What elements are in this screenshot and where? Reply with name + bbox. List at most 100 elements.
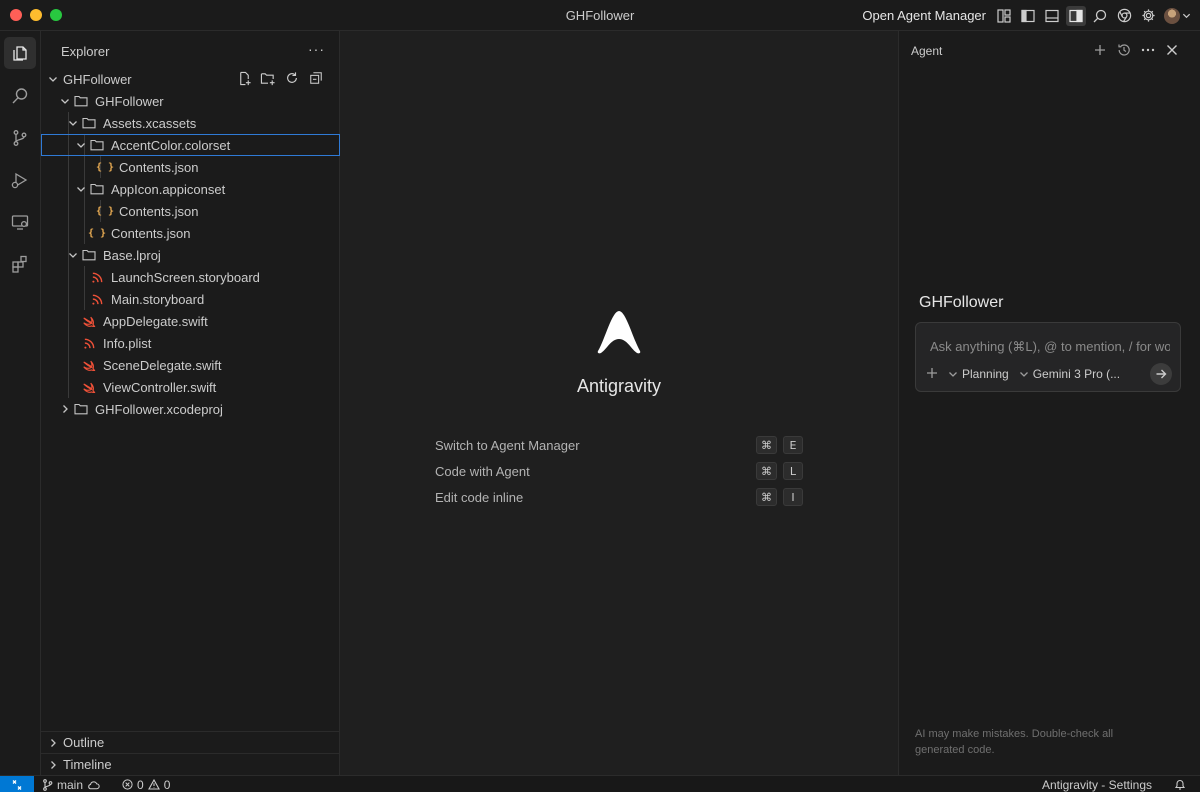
history-icon[interactable] — [1116, 41, 1132, 59]
outline-section-label: Outline — [63, 735, 105, 750]
tree-item-folder-selected[interactable]: AccentColor.colorset — [41, 134, 340, 156]
brand-name: Antigravity — [576, 376, 662, 396]
agent-chat-input[interactable] — [930, 339, 1170, 354]
send-button[interactable] — [1150, 363, 1172, 385]
chevron-right-icon — [45, 760, 61, 770]
tree-item-label: Contents.json — [119, 203, 199, 219]
tree-item-folder[interactable]: Assets.xcassets — [41, 112, 340, 134]
tree-item-file[interactable]: { } Contents.json — [41, 222, 340, 244]
toggle-secondary-sidebar-icon[interactable] — [1066, 5, 1086, 26]
folder-icon — [89, 181, 105, 197]
shortcut-key: ⌘ — [756, 436, 777, 454]
tree-item-label: LaunchScreen.storyboard — [111, 269, 260, 285]
tree-item-file[interactable]: ViewController.swift — [41, 376, 340, 398]
explorer-more-actions-button[interactable]: ··· — [308, 41, 325, 57]
explorer-actions — [235, 69, 325, 87]
warning-icon — [147, 779, 160, 790]
tree-item-folder[interactable]: GHFollower — [41, 90, 340, 112]
swift-file-icon — [81, 313, 97, 329]
explorer-root-label: GHFollower — [63, 71, 132, 87]
source-control-icon[interactable] — [4, 122, 36, 154]
mode-label: Planning — [962, 367, 1009, 381]
shortcut-keys: ⌘ E — [756, 436, 803, 454]
remote-explorer-icon[interactable] — [4, 206, 36, 238]
problems-status[interactable]: 0 0 — [122, 777, 170, 792]
refresh-icon[interactable] — [283, 69, 301, 87]
new-folder-icon[interactable] — [259, 69, 277, 87]
antigravity-settings-label: Antigravity - Settings — [1041, 777, 1152, 792]
mode-selector[interactable]: Planning — [948, 367, 1009, 381]
account-avatar[interactable] — [1162, 6, 1192, 26]
tree-item-file[interactable]: LaunchScreen.storyboard — [41, 266, 340, 288]
tree-item-file[interactable]: Info.plist — [41, 332, 340, 354]
collapse-all-icon[interactable] — [307, 69, 325, 87]
timeline-section-header[interactable]: Timeline — [41, 753, 340, 775]
tree-item-label: Contents.json — [111, 225, 191, 241]
error-count: 0 — [137, 777, 144, 792]
run-and-debug-icon[interactable] — [4, 164, 36, 196]
folder-icon — [81, 247, 97, 263]
toggle-primary-sidebar-icon[interactable] — [1018, 6, 1038, 26]
agent-panel-title: Agent — [911, 44, 943, 58]
branch-status[interactable]: main — [42, 777, 100, 792]
shortcut-key: E — [783, 436, 803, 454]
tree-item-file[interactable]: SceneDelegate.swift — [41, 354, 340, 376]
settings-gear-icon[interactable] — [1138, 6, 1158, 26]
add-context-icon[interactable] — [926, 367, 938, 382]
storyboard-file-icon — [89, 269, 105, 285]
open-agent-manager-button[interactable]: Open Agent Manager — [862, 8, 986, 23]
shortcut-code-with-agent[interactable]: Code with Agent ⌘ L — [435, 460, 803, 482]
tree-item-folder[interactable]: AppIcon.appiconset — [41, 178, 340, 200]
shortcut-label: Code with Agent — [435, 463, 530, 479]
tree-item-file[interactable]: Main.storyboard — [41, 288, 340, 310]
tree-item-label: GHFollower — [95, 93, 164, 109]
shortcut-key: ⌘ — [756, 488, 777, 506]
shortcut-edit-code-inline[interactable]: Edit code inline ⌘ I — [435, 486, 803, 508]
extensions-icon[interactable] — [4, 248, 36, 280]
browser-icon[interactable] — [1114, 6, 1134, 26]
model-selector[interactable]: Gemini 3 Pro (... — [1019, 367, 1120, 381]
chevron-down-icon — [65, 250, 81, 260]
tree-item-label: SceneDelegate.swift — [103, 357, 222, 373]
folder-icon — [81, 115, 97, 131]
close-icon[interactable] — [1164, 41, 1180, 59]
new-file-icon[interactable] — [235, 69, 253, 87]
branch-name: main — [57, 777, 84, 792]
shortcut-key: ⌘ — [756, 462, 777, 480]
search-icon[interactable] — [4, 80, 36, 112]
timeline-section-label: Timeline — [63, 757, 112, 772]
chevron-down-icon — [73, 184, 89, 194]
explorer-sidebar: Explorer ··· GHFollower GHFollower Asset… — [41, 31, 340, 775]
tree-item-folder[interactable]: GHFollower.xcodeproj — [41, 398, 340, 420]
shortcut-label: Edit code inline — [435, 489, 524, 505]
agent-project-name: GHFollower — [919, 294, 1004, 311]
arrow-right-icon — [1156, 369, 1167, 379]
outline-section-header[interactable]: Outline — [41, 731, 340, 753]
more-actions-icon[interactable] — [1140, 41, 1156, 59]
customize-layout-icon[interactable] — [994, 6, 1014, 26]
shortcut-label: Switch to Agent Manager — [435, 437, 580, 453]
json-file-icon: { } — [87, 227, 107, 239]
notifications-button[interactable] — [1174, 777, 1186, 792]
antigravity-settings-button[interactable]: Antigravity - Settings — [1042, 777, 1152, 792]
explorer-icon[interactable] — [4, 37, 36, 69]
tree-item-file[interactable]: { } Contents.json — [41, 200, 340, 222]
tree-item-file[interactable]: AppDelegate.swift — [41, 310, 340, 332]
tree-item-label: AppDelegate.swift — [103, 313, 208, 329]
tree-item-label: AppIcon.appiconset — [111, 181, 226, 197]
folder-icon — [89, 137, 105, 153]
search-icon[interactable] — [1090, 6, 1110, 26]
tree-item-folder[interactable]: Base.lproj — [41, 244, 340, 266]
remote-indicator-button[interactable] — [0, 776, 34, 792]
agent-panel: Agent GHFollower Planning Gemini 3 Pro (… — [898, 31, 1200, 775]
tree-item-label: Assets.xcassets — [103, 115, 197, 131]
chevron-down-icon — [1019, 372, 1028, 377]
folder-icon — [73, 401, 89, 417]
new-chat-icon[interactable] — [1092, 41, 1108, 59]
model-label: Gemini 3 Pro (... — [1032, 367, 1121, 381]
shortcut-switch-agent-manager[interactable]: Switch to Agent Manager ⌘ E — [435, 434, 803, 456]
tree-item-file[interactable]: { } Contents.json — [41, 156, 340, 178]
toggle-panel-icon[interactable] — [1042, 6, 1062, 26]
avatar — [1163, 7, 1180, 24]
title-bar: GHFollower Open Agent Manager — [0, 0, 1200, 31]
